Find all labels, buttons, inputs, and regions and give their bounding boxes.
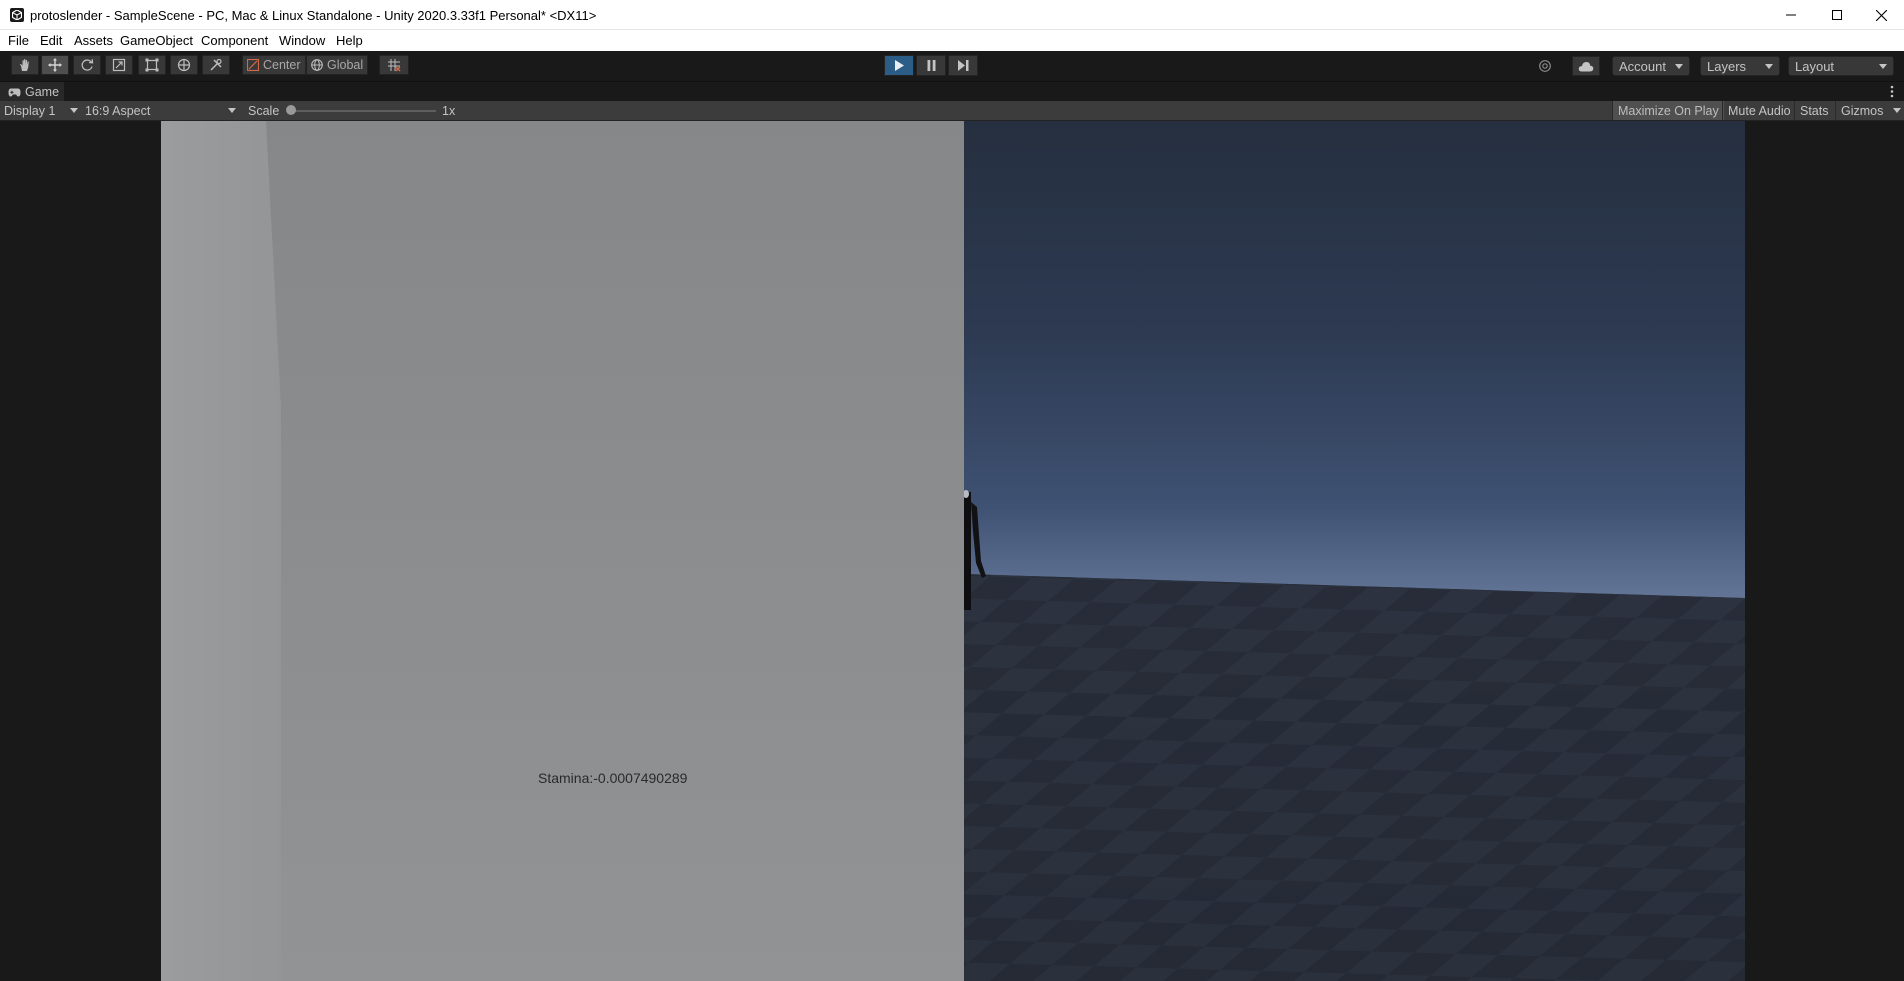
- window-title-bar: protoslender - SampleScene - PC, Mac & L…: [0, 0, 1904, 30]
- menu-window[interactable]: Window: [279, 33, 325, 48]
- pivot-mode-label: Center: [263, 58, 301, 72]
- pivot-center-icon: [247, 59, 259, 71]
- rotate-tool-button[interactable]: [73, 55, 101, 75]
- pivot-rotation-toggle[interactable]: Global: [306, 55, 369, 75]
- wall-edge-shading: [161, 121, 281, 981]
- pause-icon: [927, 60, 935, 71]
- chevron-down-icon: [1675, 64, 1683, 69]
- transform-tool-button[interactable]: [170, 55, 198, 75]
- rotate-icon: [81, 59, 94, 71]
- scale-icon: [112, 58, 126, 72]
- pause-button[interactable]: [916, 55, 946, 76]
- menu-file[interactable]: File: [8, 33, 29, 48]
- close-button[interactable]: [1858, 0, 1904, 30]
- hand-tool-button[interactable]: [11, 55, 39, 75]
- scale-tool-button[interactable]: [105, 55, 133, 75]
- menu-gameobject[interactable]: GameObject: [120, 33, 193, 48]
- wall-surface: [161, 121, 964, 981]
- tab-game-label: Game: [25, 85, 60, 99]
- pivot-rotation-label: Global: [327, 58, 364, 72]
- tools-icon: [210, 58, 222, 71]
- tab-game[interactable]: Game: [0, 82, 64, 102]
- globe-icon: [311, 59, 323, 71]
- stamina-readout: Stamina:-0.0007490289: [538, 770, 688, 786]
- chevron-down-icon: [70, 108, 78, 113]
- gizmos-label: Gizmos: [1841, 103, 1884, 118]
- more-options-icon[interactable]: [1890, 85, 1894, 101]
- maximize-on-play-toggle[interactable]: Maximize On Play: [1612, 101, 1724, 120]
- scale-label: Scale: [248, 103, 280, 118]
- move-arrows-icon: [48, 58, 62, 72]
- scale-value: 1x: [442, 103, 456, 118]
- chevron-down-icon: [228, 108, 236, 113]
- move-tool-button[interactable]: [41, 55, 69, 75]
- play-button[interactable]: [884, 55, 914, 76]
- menu-edit[interactable]: Edit: [40, 33, 62, 48]
- tab-bar: Game: [0, 81, 1904, 102]
- aspect-dropdown[interactable]: 16:9 Aspect: [85, 101, 239, 120]
- rect-tool-button[interactable]: [138, 55, 166, 75]
- layout-dropdown[interactable]: Layout: [1788, 56, 1894, 76]
- menu-bar: File Edit Assets GameObject Component Wi…: [0, 30, 1904, 51]
- transform-icon: [177, 58, 191, 72]
- window-title: protoslender - SampleScene - PC, Mac & L…: [30, 8, 597, 23]
- main-toolbar: Center Global Account Layers Layout: [0, 51, 1904, 81]
- gizmos-dropdown[interactable]: Gizmos: [1835, 101, 1904, 120]
- display-dropdown[interactable]: Display 1: [4, 101, 80, 120]
- layers-dropdown[interactable]: Layers: [1700, 56, 1780, 76]
- cloud-icon: [1578, 61, 1594, 71]
- game-view-toolbar: Display 1 16:9 Aspect Scale 1x Maximize …: [0, 101, 1904, 121]
- layers-label: Layers: [1707, 58, 1747, 74]
- mute-audio-toggle[interactable]: Mute Audio: [1722, 101, 1796, 120]
- cloud-button[interactable]: [1572, 56, 1600, 76]
- stats-toggle[interactable]: Stats: [1794, 101, 1834, 120]
- display-label: Display 1: [4, 103, 56, 118]
- account-label: Account: [1619, 58, 1666, 74]
- unity-logo-icon: [10, 8, 24, 22]
- gamepad-icon: [8, 88, 21, 96]
- maximize-button[interactable]: [1814, 0, 1860, 30]
- game-render: Stamina:-0.0007490289: [161, 121, 1745, 981]
- chevron-down-icon: [1879, 64, 1887, 69]
- grid-snap-button[interactable]: [379, 55, 409, 75]
- aspect-label: 16:9 Aspect: [85, 103, 151, 118]
- chevron-down-icon: [1765, 64, 1773, 69]
- menu-component[interactable]: Component: [201, 33, 268, 48]
- layout-label: Layout: [1795, 58, 1835, 74]
- game-viewport[interactable]: Stamina:-0.0007490289: [0, 121, 1904, 981]
- pivot-mode-toggle[interactable]: Center: [242, 55, 306, 75]
- custom-tool-button[interactable]: [202, 55, 230, 75]
- menu-assets[interactable]: Assets: [74, 33, 113, 48]
- play-icon: [895, 60, 904, 71]
- grid-snap-icon: [388, 59, 401, 72]
- scale-slider-track[interactable]: [288, 110, 436, 112]
- scale-slider-thumb[interactable]: [286, 105, 296, 115]
- step-button[interactable]: [948, 55, 978, 76]
- hand-icon: [20, 59, 29, 71]
- account-dropdown[interactable]: Account: [1612, 56, 1690, 76]
- collab-icon[interactable]: [1538, 59, 1552, 76]
- step-icon: [957, 60, 968, 71]
- chevron-down-icon: [1893, 108, 1901, 113]
- menu-help[interactable]: Help: [336, 33, 363, 48]
- minimize-button[interactable]: [1768, 0, 1814, 30]
- checkered-ground: [964, 490, 1745, 981]
- rect-transform-icon: [145, 58, 159, 72]
